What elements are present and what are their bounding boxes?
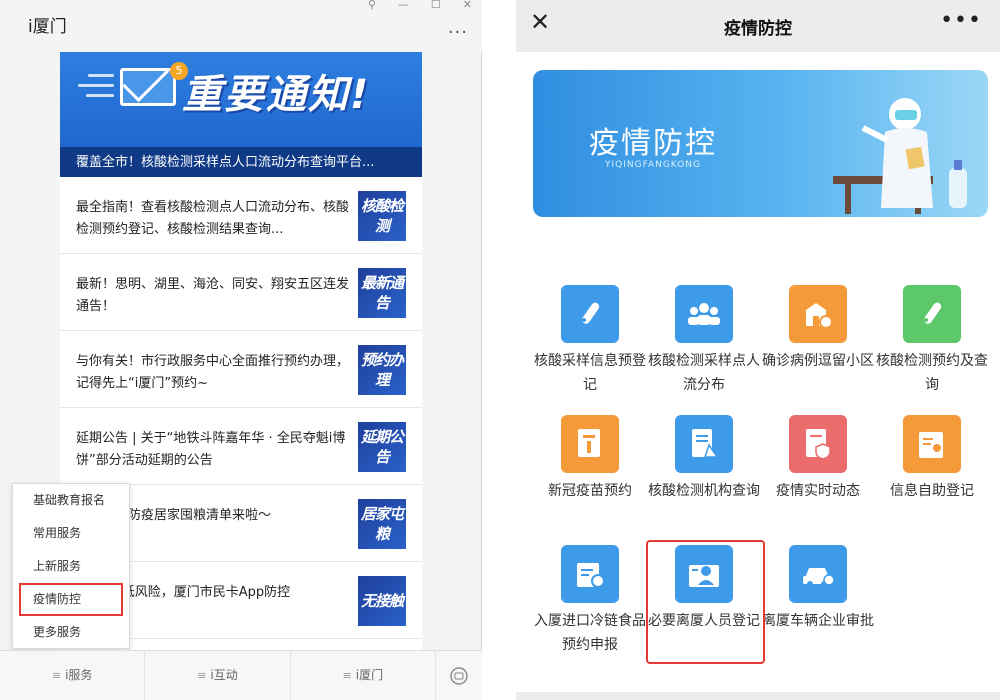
minimize-icon[interactable]: — [398,0,409,11]
building-icon [789,285,847,343]
calendar-icon [561,545,619,603]
service-nucleic-appointment-query[interactable]: 核酸检测预约及查询 [875,285,989,397]
tab-label: i厦门 [355,668,384,682]
banner-caption: 覆盖全市！核酸检测采样点人口流动分布查询平台... [76,155,375,170]
news-item[interactable]: 最全指南！查看核酸检测点人口流动分布、核酸检测预约登记、核酸检测结果查询... … [60,177,422,254]
service-label: 核酸检测采样点人流分布 [648,353,760,393]
document-flask-icon [675,415,733,473]
news-title: 与你有关！市行政服务中心全面推行预约办理，记得先上“i厦门”预约~ [76,354,350,391]
news-title: 延期公告 | 关于“地铁斗阵嘉年华 · 全民夺魁i博饼”部分活动延期的公告 [76,431,346,468]
more-horizontal-icon[interactable]: ••• [940,8,982,33]
menu-item-new-services[interactable]: 上新服务 [13,550,129,583]
bottom-divider [516,692,1000,700]
pin-icon[interactable]: ⚲ [368,0,376,11]
hero-title: 疫情防控 [589,126,717,161]
app-title: i厦门 [28,17,67,37]
important-notice-banner[interactable]: 5 重要通知! 覆盖全市！核酸检测采样点人口流动分布查询平台... [60,52,422,177]
tab-i-interact[interactable]: ≡ i互动 [145,651,291,700]
car-icon [789,545,847,603]
service-label: 新冠疫苗预约 [548,483,632,499]
iXiamen-home-panel: i厦门 ⚲ — ☐ ✕ ··· 5 重要通知! 覆盖全市！核酸检测采样点人口流动… [0,0,482,700]
service-label: 入厦进口冷链食品预约申报 [534,613,646,653]
banner-heading: 重要通知! [182,72,371,118]
service-label: 确诊病例逗留小区 [762,353,874,369]
page-header: ✕ 疫情防控 ••• [516,0,1000,52]
service-label: 离厦车辆企业审批 [762,613,874,629]
tab-label: i互动 [210,668,238,682]
news-thumbnail: 延期公告 [358,422,406,472]
service-label: 疫情实时动态 [776,483,860,499]
tab-i-service[interactable]: ≡ i服务 [0,651,146,700]
news-thumbnail: 核酸检测 [358,191,406,241]
envelope-icon [120,68,176,106]
people-icon [675,285,733,343]
news-thumbnail: 预约办理 [358,345,406,395]
vaccine-doc-icon [561,415,619,473]
news-item[interactable]: 最新！思明、湖里、海沧、同安、翔安五区连发通告！ 最新通告 [60,254,422,331]
service-covid-vaccine-booking[interactable]: 新冠疫苗预约 [533,415,647,503]
health-worker-illustration [833,98,967,214]
maximize-icon[interactable]: ☐ [431,0,441,11]
window-controls: ⚲ — ☐ ✕ [368,0,472,11]
menu-item-epidemic-control[interactable]: 疫情防控 [19,583,123,616]
service-realtime-epidemic-news[interactable]: 疫情实时动态 [761,415,875,503]
news-title: 最全指南！查看核酸检测点人口流动分布、核酸检测预约登记、核酸检测结果查询... [76,200,350,237]
highlight-box [646,540,765,664]
menu-item-basic-education[interactable]: 基础教育报名 [13,484,129,517]
bottom-menu-bar: ≡ i服务 ≡ i互动 ≡ i厦门 [0,650,482,700]
service-label: 核酸检测机构查询 [648,483,760,499]
hero-subtitle: YIQINGFANGKONG [605,160,702,170]
service-cold-chain-food-declaration[interactable]: 入厦进口冷链食品预约申报 [533,545,647,657]
news-item[interactable]: 延期公告 | 关于“地铁斗阵嘉年华 · 全民夺魁i博饼”部分活动延期的公告 延期… [60,408,422,485]
menu-item-more-services[interactable]: 更多服务 [13,616,129,649]
service-testing-institution-query[interactable]: 核酸检测机构查询 [647,415,761,503]
service-nucleic-sampling-preregister[interactable]: 核酸采样信息预登记 [533,285,647,397]
service-confirmed-case-communities[interactable]: 确诊病例逗留小区 [761,285,875,373]
service-label: 核酸检测预约及查询 [876,353,988,393]
tab-i-xiamen[interactable]: ≡ i厦门 [291,651,436,700]
news-title: 最新！思明、湖里、海沧、同安、翔安五区连发通告！ [76,277,350,314]
news-thumbnail: 居家屯粮 [358,499,406,549]
popup-menu: 基础教育报名 常用服务 上新服务 疫情防控 更多服务 [12,483,130,649]
close-icon[interactable]: ✕ [463,0,472,11]
shield-doc-icon [789,415,847,473]
tab-label: i服务 [65,668,93,682]
test-tube-icon [561,285,619,343]
id-card-icon [903,415,961,473]
menu-icon: ≡ [51,669,62,682]
service-departure-vehicle-approval[interactable]: 离厦车辆企业审批 [761,545,875,633]
news-thumbnail: 最新通告 [358,268,406,318]
hero-banner: 疫情防控 YIQINGFANGKONG [533,70,988,217]
news-thumbnail: 无接触 [358,576,406,626]
menu-icon: ≡ [197,669,207,682]
test-tube-icon [903,285,961,343]
menu-item-common-services[interactable]: 常用服务 [13,517,129,550]
keyboard-icon[interactable] [436,651,482,700]
menu-icon: ≡ [342,669,352,682]
service-label: 核酸采样信息预登记 [534,353,646,393]
page-title: 疫情防控 [724,19,792,39]
title-bar: i厦门 ⚲ — ☐ ✕ ··· [0,0,482,52]
service-sampling-site-crowd[interactable]: 核酸检测采样点人流分布 [647,285,761,397]
more-horizontal-icon[interactable]: ··· [448,22,468,43]
news-item[interactable]: 与你有关！市行政服务中心全面推行预约办理，记得先上“i厦门”预约~ 预约办理 [60,331,422,408]
service-label: 信息自助登记 [890,483,974,499]
service-self-registration[interactable]: 信息自助登记 [875,415,989,503]
